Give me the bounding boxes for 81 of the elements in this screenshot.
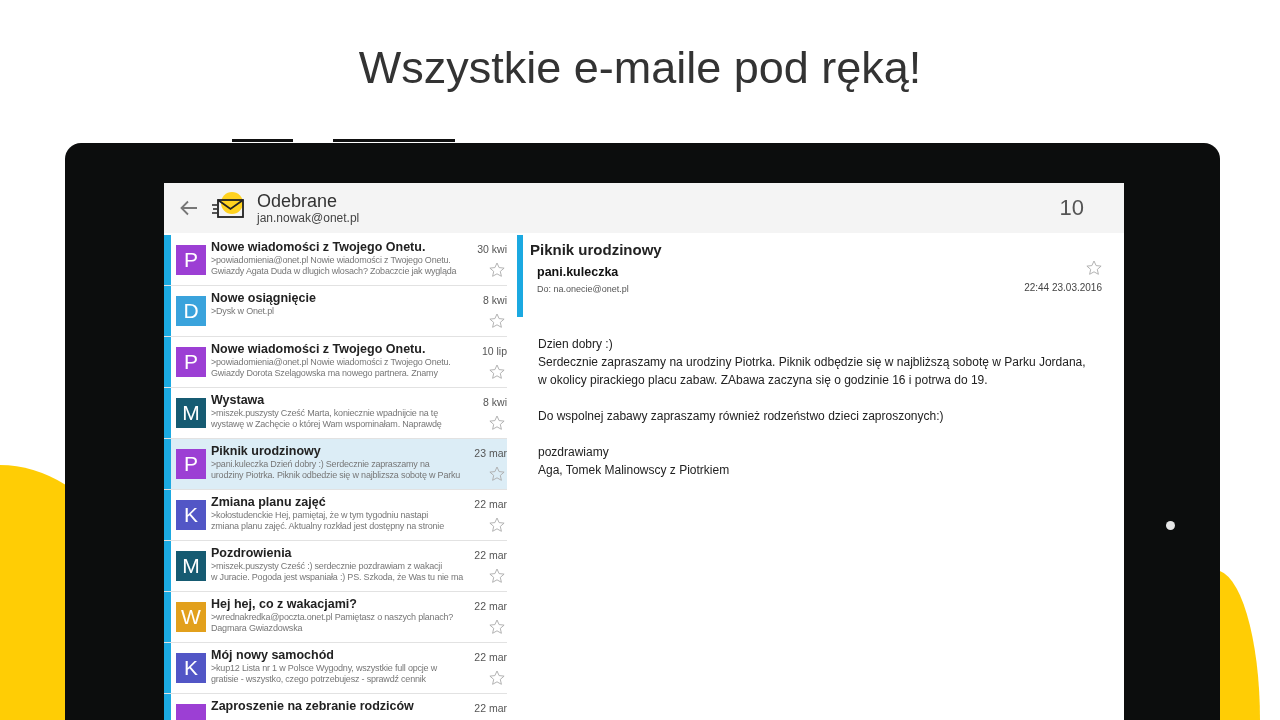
message-title: Zmiana planu zajęć	[211, 495, 327, 510]
message-preview: Gwiazdy Agata Duda w dlugich wlosach? Zobaczcie jak wygląda	[211, 266, 458, 277]
avatar: P	[176, 449, 206, 479]
body-text: pozdrawiamy	[538, 444, 610, 461]
message-preview: >wrednakredka@poczta.onet.pl Pamiętasz o naszych planach?	[211, 612, 455, 623]
message-row[interactable]: M Pozdrowienia >miszek.puszysty Cześć :) serdecznie pozdrawiam z wakacji w Juracie. Pogoda jest wspaniała :) PS. Szkoda, że Was tu nie ma 22 mar	[164, 541, 507, 592]
message-title: Wystawa	[211, 393, 266, 408]
message-preview: Dagmara Gwiazdowska	[211, 623, 304, 634]
back-arrow-icon[interactable]	[180, 200, 198, 216]
message-title: Hej hej, co z wakacjami?	[211, 597, 358, 612]
star-icon[interactable]	[489, 364, 505, 380]
message-row[interactable]: P Nowe wiadomości z Twojego Onetu. >powiadomienia@onet.pl Nowie wiadomości z Twojego Onetu. Gwiazdy Dorota Szelągowska ma nowego partnera. Znamy 10 lip	[164, 337, 507, 388]
message-title: Mój nowy samochód	[211, 648, 335, 663]
message-preview: >powiadomienia@onet.pl Nowie wiadomości z Twojego Onetu.	[211, 357, 452, 368]
star-icon[interactable]	[489, 466, 505, 482]
message-preview: wystawę w Zachęcie o której Wam wspominałam. Naprawdę	[211, 419, 443, 430]
message-row[interactable]: M Wystawa >miszek.puszysty Cześć Marta, koniecznie wpadnijcie na tę wystawę w Zachęcie o której Wam wspominałam. Naprawdę 8 kwi	[164, 388, 507, 439]
message-preview: >powiadomienia@onet.pl Nowie wiadomości z Twojego Onetu.	[211, 255, 452, 266]
envelope-icon	[210, 191, 246, 221]
star-icon[interactable]	[489, 262, 505, 278]
message-row[interactable]: K Zmiana planu zajęć >kołostudenckie Hej, pamiętaj, że w tym tygodniu nastapi zmiana planu zajęć. Aktualny rozkład jest dostępny na stronie 22 mar	[164, 490, 507, 541]
message-row[interactable]: P Piknik urodzinowy >pani.kuleczka Dzień dobry :) Serdecznie zapraszamy na urodziny Piotrka. Piknik odbedzie się w najblizsza sobotę w Parku 23 mar	[164, 439, 507, 490]
star-icon[interactable]	[489, 415, 505, 431]
message-subject: Piknik urodzinowy	[530, 240, 663, 260]
message-preview: >miszek.puszysty Cześć Marta, koniecznie wpadnijcie na tę	[211, 408, 439, 419]
message-title: Piknik urodzinowy	[211, 444, 322, 459]
message-date: 23 mar	[474, 447, 507, 460]
message-date: 8 kwi	[483, 396, 507, 409]
message-preview: >Dysk w Onet.pl	[211, 306, 275, 317]
message-preview: >pani.kuleczka Dzień dobry :) Serdecznie zapraszamy na	[211, 459, 431, 470]
folder-title: Odebrane	[257, 191, 339, 211]
message-date: 8 kwi	[483, 294, 507, 307]
message-timestamp: 22:44 23.03.2016	[1024, 282, 1102, 293]
message-preview: >kup12 Lista nr 1 w Polsce Wygodny, wszystkie full opcje w	[211, 663, 438, 674]
avatar: D	[176, 296, 206, 326]
message-date: 30 kwi	[477, 243, 507, 256]
star-icon[interactable]	[489, 619, 505, 635]
message-preview: urodziny Piotrka. Piknik odbedzie się w najblizsza sobotę w Parku	[211, 470, 462, 481]
message-date: 22 mar	[474, 549, 507, 562]
message-row[interactable]: K Mój nowy samochód >kup12 Lista nr 1 w Polsce Wygodny, wszystkie full opcje w gratisie - wszystko, czego potrzebujesz - sprawdź cennik 22 mar	[164, 643, 507, 694]
recipient: Do: na.onecie@onet.pl	[537, 284, 629, 294]
star-icon[interactable]	[489, 517, 505, 533]
star-icon[interactable]	[489, 568, 505, 584]
body-text: Dzien dobry :)	[538, 336, 614, 353]
body-text: Aga, Tomek Malinowscy z Piotrkiem	[538, 462, 731, 479]
avatar: M	[176, 551, 206, 581]
message-preview: zmiana planu zajęć. Aktualny rozkład jest dostępny na stronie	[211, 521, 445, 532]
sender-name: pani.kuleczka	[537, 264, 620, 280]
message-date: 22 mar	[474, 651, 507, 664]
message-row[interactable]: W Hej hej, co z wakacjami? >wrednakredka@poczta.onet.pl Pamiętasz o naszych planach? Dagmara Gwiazdowska 22 mar	[164, 592, 507, 643]
message-preview: w Juracie. Pogoda jest wspaniała :) PS. Szkoda, że Was tu nie ma	[211, 572, 464, 583]
message-row[interactable]: P Nowe wiadomości z Twojego Onetu. >powiadomienia@onet.pl Nowie wiadomości z Twojego Onetu. Gwiazdy Agata Duda w dlugich wlosach? Zobaczcie jak wygląda 30 kwi	[164, 235, 507, 286]
message-title: Nowe wiadomości z Twojego Onetu.	[211, 240, 427, 255]
star-icon[interactable]	[489, 313, 505, 329]
headline: Wszystkie e-maile pod ręką!	[358, 41, 922, 95]
avatar: K	[176, 500, 206, 530]
avatar: M	[176, 398, 206, 428]
message-title: Nowe osiągnięcie	[211, 291, 317, 306]
message-count: 10	[1059, 195, 1084, 221]
account-email: jan.nowak@onet.pl	[257, 211, 360, 225]
message-title: Zaproszenie na zebranie rodziców	[211, 699, 415, 714]
message-date: 22 mar	[474, 498, 507, 511]
avatar: W	[176, 602, 206, 632]
star-icon[interactable]	[1086, 260, 1102, 276]
camera-dot	[1166, 521, 1175, 530]
message-title: Pozdrowienia	[211, 546, 293, 561]
avatar: K	[176, 653, 206, 683]
message-preview: >miszek.puszysty Cześć :) serdecznie pozdrawiam z wakacji	[211, 561, 443, 572]
message-preview: Gwiazdy Dorota Szelągowska ma nowego partnera. Znamy	[211, 368, 439, 379]
avatar: P	[176, 347, 206, 377]
body-text: Serdecznie zapraszamy na urodziny Piotrka. Piknik odbędzie się w najbliższą sobotę w Parku Jordana, w okolicy pirackiego placu zabaw. ZAbawa zaczyna się o godzinie 16 i potrwa do 19.	[538, 354, 1087, 389]
message-title: Nowe wiadomości z Twojego Onetu.	[211, 342, 427, 357]
message-date: 22 mar	[474, 702, 507, 715]
avatar: P	[176, 245, 206, 275]
message-date: 10 lip	[481, 345, 507, 358]
body-text: Do wspolnej zabawy zapraszamy również rodzeństwo dzieci zaproszonych:)	[538, 408, 945, 425]
message-preview: >kołostudenckie Hej, pamiętaj, że w tym tygodniu nastapi	[211, 510, 430, 521]
star-icon[interactable]	[489, 670, 505, 686]
message-row[interactable]: Zaproszenie na zebranie rodziców 22 mar	[164, 694, 507, 720]
message-date: 22 mar	[474, 600, 507, 613]
message-preview: gratisie - wszystko, czego potrzebujesz - sprawdź cennik	[211, 674, 427, 685]
